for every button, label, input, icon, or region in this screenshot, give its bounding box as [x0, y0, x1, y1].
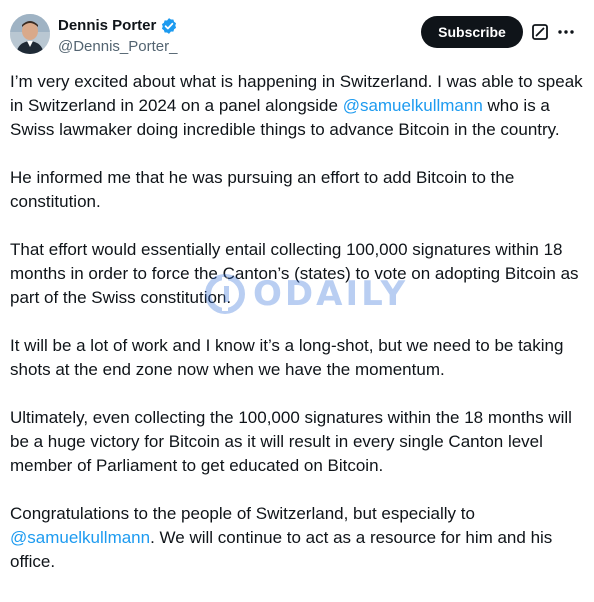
post-body: I’m very excited about what is happening…: [10, 70, 584, 598]
more-options-icon[interactable]: [557, 23, 575, 41]
subscribe-button[interactable]: Subscribe: [421, 16, 523, 48]
avatar[interactable]: [10, 14, 50, 54]
author-name-row[interactable]: Dennis Porter: [58, 16, 178, 36]
paragraph-text: Congratulations to the people of Switzer…: [10, 504, 475, 523]
mention-link[interactable]: @samuelkullmann: [10, 528, 150, 547]
post-paragraph: That effort would essentially entail col…: [10, 240, 579, 307]
verified-badge-icon: [160, 17, 178, 35]
post-paragraph: He informed me that he was pursuing an e…: [10, 168, 515, 211]
post-paragraph: It will be a lot of work and I know it’s…: [10, 336, 564, 379]
grok-icon[interactable]: [531, 23, 549, 41]
author-handle[interactable]: @Dennis_Porter_: [58, 37, 177, 57]
post-paragraph: Congratulations to the people of Switzer…: [10, 502, 584, 574]
avatar-image: [10, 14, 50, 54]
author-display-name[interactable]: Dennis Porter: [58, 16, 156, 36]
post-paragraph: I’m very excited about what is happening…: [10, 70, 584, 142]
mention-link[interactable]: @samuelkullmann: [343, 96, 483, 115]
post-card: Dennis Porter @Dennis_Porter_ Subscribe …: [0, 0, 594, 602]
post-paragraph: Ultimately, even collecting the 100,000 …: [10, 408, 572, 475]
